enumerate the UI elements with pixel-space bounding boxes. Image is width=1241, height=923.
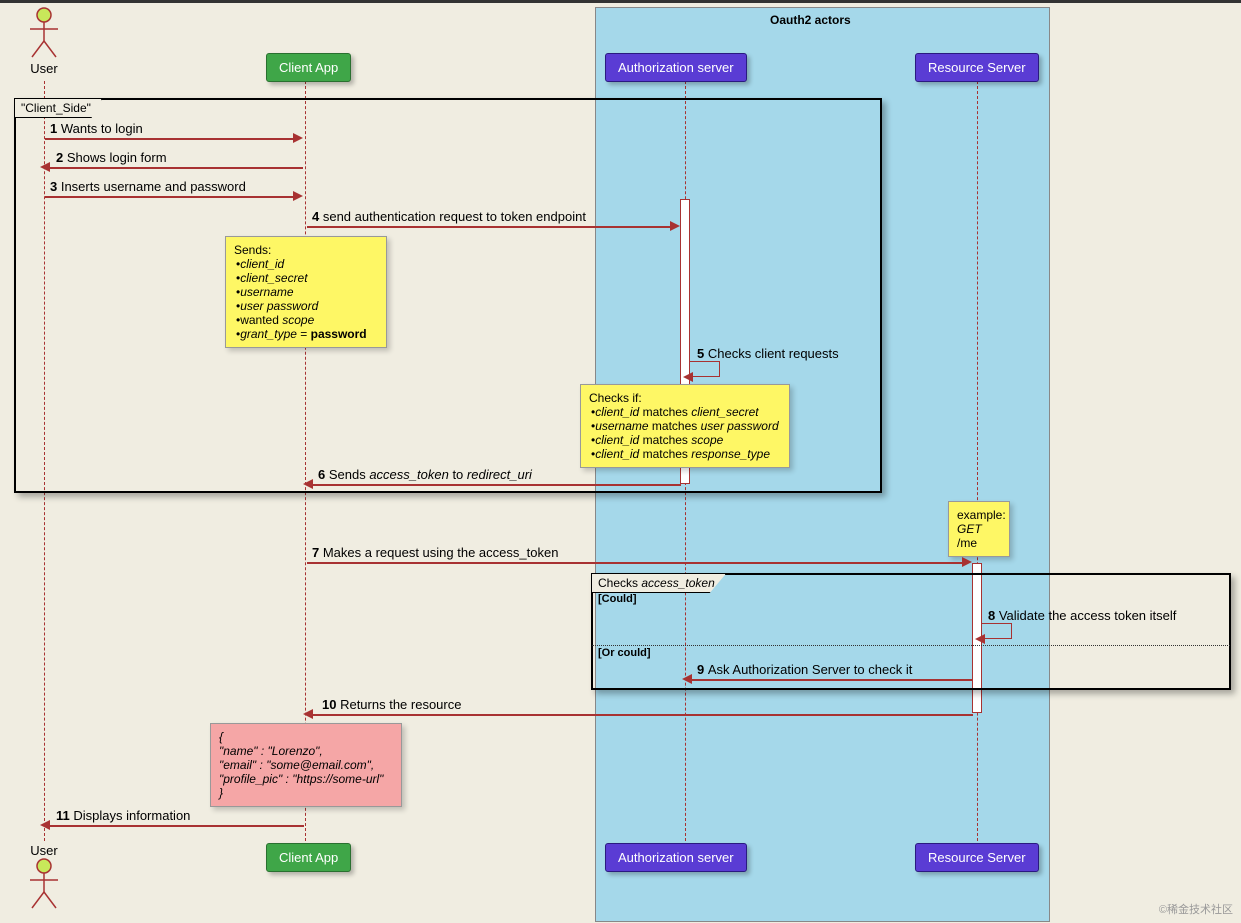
note-sends: Sends: client_id client_secret username … — [225, 236, 387, 348]
msg-7: 7 Makes a request using the access_token — [312, 545, 558, 560]
arrow-9-head — [682, 674, 692, 684]
note-sends-i2: client_secret — [236, 271, 378, 285]
arrow-3 — [45, 196, 295, 198]
note-sends-i6: grant_type = password — [236, 327, 378, 341]
msg-9: 9 Ask Authorization Server to check it — [697, 662, 912, 677]
note-sends-i3: username — [236, 285, 378, 299]
arrow-8-head — [975, 634, 985, 644]
msg-1: 1 Wants to login — [50, 121, 143, 136]
arrow-8-loop — [982, 623, 1012, 639]
arrow-7 — [307, 562, 964, 564]
arrow-1-head — [293, 133, 303, 143]
arrow-9 — [690, 679, 972, 681]
guard-or-could: [Or could] — [598, 647, 651, 659]
note-example-l1: example: — [957, 508, 1001, 522]
participant-resource-server-bottom: Resource Server — [915, 843, 1039, 872]
actor-user-bottom-label: User — [26, 843, 62, 858]
participant-client-app-top: Client App — [266, 53, 351, 82]
note-response-l4: "profile_pic" : "https://some-url" — [219, 772, 393, 786]
note-example: example: GET /me — [948, 501, 1010, 557]
participant-resource-server-top: Resource Server — [915, 53, 1039, 82]
guard-could: [Could] — [598, 593, 636, 605]
arrow-10 — [311, 714, 973, 716]
arrow-5-head — [683, 372, 693, 382]
note-response-l2: "name" : "Lorenzo", — [219, 744, 393, 758]
arrow-5-loop — [690, 361, 720, 377]
arrow-6 — [311, 484, 681, 486]
participant-client-app-bottom: Client App — [266, 843, 351, 872]
note-example-l2: GET /me — [957, 522, 1001, 550]
note-response-l3: "email" : "some@email.com", — [219, 758, 393, 772]
frame-checks-token-label: Checks access_token — [592, 574, 726, 593]
arrow-3-head — [293, 191, 303, 201]
arrow-11-head — [40, 820, 50, 830]
participant-auth-server-top: Authorization server — [605, 53, 747, 82]
alt-separator — [592, 645, 1230, 646]
note-sends-title: Sends: — [234, 243, 378, 257]
lifeline-resource-server — [977, 81, 978, 841]
note-checks: Checks if: client_id matches client_secr… — [580, 384, 790, 468]
msg-6: 6 Sends access_token to redirect_uri — [318, 467, 532, 482]
note-sends-i1: client_id — [236, 257, 378, 271]
frame-client-side-label: "Client_Side" — [15, 99, 102, 118]
oauth2-actors-title: Oauth2 actors — [770, 13, 851, 27]
msg-4: 4 send authentication request to token e… — [312, 209, 586, 224]
note-checks-l3: client_id matches scope — [591, 433, 781, 447]
actor-user-top: User — [26, 7, 62, 76]
note-sends-i4: user password — [236, 299, 378, 313]
note-checks-l4: client_id matches response_type — [591, 447, 781, 461]
actor-user-bottom: User — [26, 841, 62, 910]
actor-user-top-label: User — [26, 61, 62, 76]
msg-2: 2 Shows login form — [56, 150, 167, 165]
arrow-11 — [48, 825, 304, 827]
arrow-2 — [48, 167, 303, 169]
arrow-7-head — [962, 557, 972, 567]
msg-5: 5 Checks client requests — [697, 346, 839, 361]
msg-3: 3 Inserts username and password — [50, 179, 246, 194]
msg-10: 10 Returns the resource — [322, 697, 461, 712]
note-checks-l1: client_id matches client_secret — [591, 405, 781, 419]
note-checks-title: Checks if: — [589, 391, 781, 405]
watermark: ©稀金技术社区 — [1159, 901, 1233, 917]
participant-auth-server-bottom: Authorization server — [605, 843, 747, 872]
note-response-l1: { — [219, 730, 393, 744]
note-sends-i5: wanted scope — [236, 313, 378, 327]
arrow-2-head — [40, 162, 50, 172]
arrow-1 — [45, 138, 295, 140]
note-response-l5: } — [219, 786, 393, 800]
arrow-4 — [307, 226, 672, 228]
msg-8: 8 Validate the access token itself — [988, 608, 1176, 623]
arrow-10-head — [303, 709, 313, 719]
msg-11: 11 Displays information — [56, 808, 190, 823]
arrow-4-head — [670, 221, 680, 231]
note-checks-l2: username matches user password — [591, 419, 781, 433]
arrow-6-head — [303, 479, 313, 489]
note-response: { "name" : "Lorenzo", "email" : "some@em… — [210, 723, 402, 807]
